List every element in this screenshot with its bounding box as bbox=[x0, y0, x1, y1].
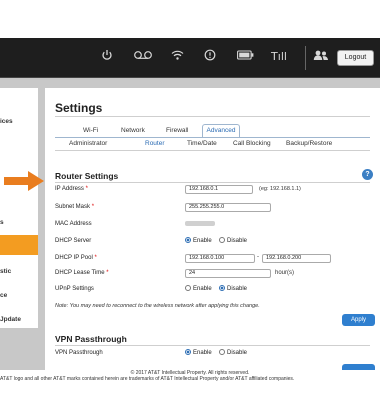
tab-advanced[interactable]: Advanced bbox=[202, 124, 240, 137]
topbar-divider bbox=[305, 46, 306, 70]
vpn-label: VPN Passthrough bbox=[55, 350, 103, 356]
sidebar-item-device[interactable]: ce bbox=[0, 292, 38, 299]
trademark-text: AT&T logo and all other AT&T marks conta… bbox=[0, 376, 295, 382]
subtab-backup-restore[interactable]: Backup/Restore bbox=[286, 140, 332, 147]
sidebar-item-active[interactable] bbox=[0, 235, 38, 255]
vpn-disable-radio[interactable]: Disable bbox=[219, 349, 247, 356]
sidebar-item-settings[interactable]: s bbox=[0, 219, 38, 226]
power-icon[interactable] bbox=[100, 49, 114, 65]
settings-panel: Settings Wi-Fi Network Firewall Advanced… bbox=[45, 88, 380, 370]
alert-icon[interactable] bbox=[203, 49, 217, 65]
reconnect-note: Note: You may need to reconnect to the w… bbox=[55, 303, 260, 309]
lease-time-label-text: DHCP Lease Time bbox=[55, 270, 105, 276]
radio-selected-icon bbox=[185, 237, 191, 243]
radio-selected-icon bbox=[185, 349, 191, 355]
ip-address-hint: (eg: 192.168.1.1) bbox=[259, 186, 301, 192]
subtab-time-date[interactable]: Time/Date bbox=[187, 140, 217, 147]
tab-wifi[interactable]: Wi-Fi bbox=[83, 127, 98, 134]
vpn-enable-radio[interactable]: Enable bbox=[185, 349, 212, 356]
dhcp-pool-label-text: DHCP IP Pool bbox=[55, 255, 93, 261]
signal-icon: Tıll bbox=[271, 50, 287, 63]
page-title: Settings bbox=[55, 101, 103, 115]
dhcp-pool-end-input[interactable]: 192.168.0.200 bbox=[262, 254, 331, 263]
upnp-label: UPnP Settings bbox=[55, 286, 94, 292]
sidebar-item-diagnostic[interactable]: stic bbox=[0, 268, 38, 275]
mac-address-label: MAC Address bbox=[55, 221, 92, 227]
help-icon[interactable]: ? bbox=[362, 169, 373, 180]
page: Tıll Logout ices s stic ce Jpdate Settin… bbox=[0, 0, 380, 400]
users-icon[interactable] bbox=[313, 49, 329, 65]
subnet-mask-label: Subnet Mask * bbox=[55, 204, 94, 210]
subnet-mask-label-text: Subnet Mask bbox=[55, 204, 91, 210]
sidebar-item-devices[interactable]: ices bbox=[0, 118, 38, 125]
router-heading-divider bbox=[55, 182, 370, 183]
wifi-icon[interactable] bbox=[170, 49, 184, 65]
upnp-enable-label: Enable bbox=[193, 286, 212, 292]
radio-selected-icon bbox=[219, 285, 225, 291]
tabs-divider bbox=[55, 137, 370, 138]
lease-time-unit: hour(s) bbox=[275, 270, 295, 276]
upnp-disable-label: Disable bbox=[227, 286, 248, 292]
upnp-enable-radio[interactable]: Enable bbox=[185, 285, 212, 292]
vpn-disable-label: Disable bbox=[227, 350, 248, 356]
ip-address-label-text: IP Address bbox=[55, 186, 84, 192]
vpn-enable-label: Enable bbox=[193, 350, 212, 356]
required-mark: * bbox=[94, 255, 97, 261]
lease-time-label: DHCP Lease Time * bbox=[55, 270, 109, 276]
battery-icon bbox=[236, 49, 254, 65]
sidebar: ices s stic ce Jpdate bbox=[0, 88, 38, 328]
required-mark: * bbox=[85, 186, 88, 192]
upnp-disable-radio[interactable]: Disable bbox=[219, 285, 247, 292]
dhcp-pool-dash: - bbox=[257, 254, 259, 260]
router-settings-heading: Router Settings bbox=[55, 171, 119, 181]
logout-button[interactable]: Logout bbox=[337, 50, 374, 66]
dhcp-enable-label: Enable bbox=[193, 238, 212, 244]
vpn-heading-divider bbox=[55, 345, 370, 346]
radio-unselected-icon bbox=[219, 349, 225, 355]
tab-firewall[interactable]: Firewall bbox=[166, 127, 188, 134]
subtab-call-blocking[interactable]: Call Blocking bbox=[233, 140, 271, 147]
required-mark: * bbox=[91, 204, 95, 210]
subtab-router[interactable]: Router bbox=[145, 140, 165, 147]
ip-address-input[interactable]: 192.168.0.1 bbox=[185, 185, 253, 194]
mac-address-value bbox=[185, 221, 215, 226]
orange-arrow-icon bbox=[4, 171, 44, 191]
top-bar: Tıll Logout bbox=[0, 38, 380, 78]
subnet-mask-input[interactable]: 255.255.255.0 bbox=[185, 203, 271, 212]
ip-address-label: IP Address * bbox=[55, 186, 88, 192]
dhcp-enable-radio[interactable]: Enable bbox=[185, 237, 212, 244]
subtabs-divider bbox=[55, 150, 370, 151]
voicemail-icon[interactable] bbox=[132, 49, 154, 65]
dhcp-disable-radio[interactable]: Disable bbox=[219, 237, 247, 244]
sidebar-item-update[interactable]: Jpdate bbox=[0, 316, 38, 323]
dhcp-pool-label: DHCP IP Pool * bbox=[55, 255, 97, 261]
radio-unselected-icon bbox=[185, 285, 191, 291]
radio-unselected-icon bbox=[219, 237, 225, 243]
vpn-heading: VPN Passthrough bbox=[55, 334, 127, 344]
required-mark: * bbox=[106, 270, 109, 276]
dhcp-disable-label: Disable bbox=[227, 238, 248, 244]
dhcp-server-label: DHCP Server bbox=[55, 238, 92, 244]
dhcp-pool-start-input[interactable]: 192.168.0.100 bbox=[185, 254, 255, 263]
subtab-administrator[interactable]: Administrator bbox=[69, 140, 107, 147]
tab-network[interactable]: Network bbox=[121, 127, 145, 134]
lease-time-input[interactable]: 24 bbox=[185, 269, 271, 278]
apply-button[interactable]: Apply bbox=[342, 314, 375, 326]
title-divider bbox=[55, 116, 370, 117]
